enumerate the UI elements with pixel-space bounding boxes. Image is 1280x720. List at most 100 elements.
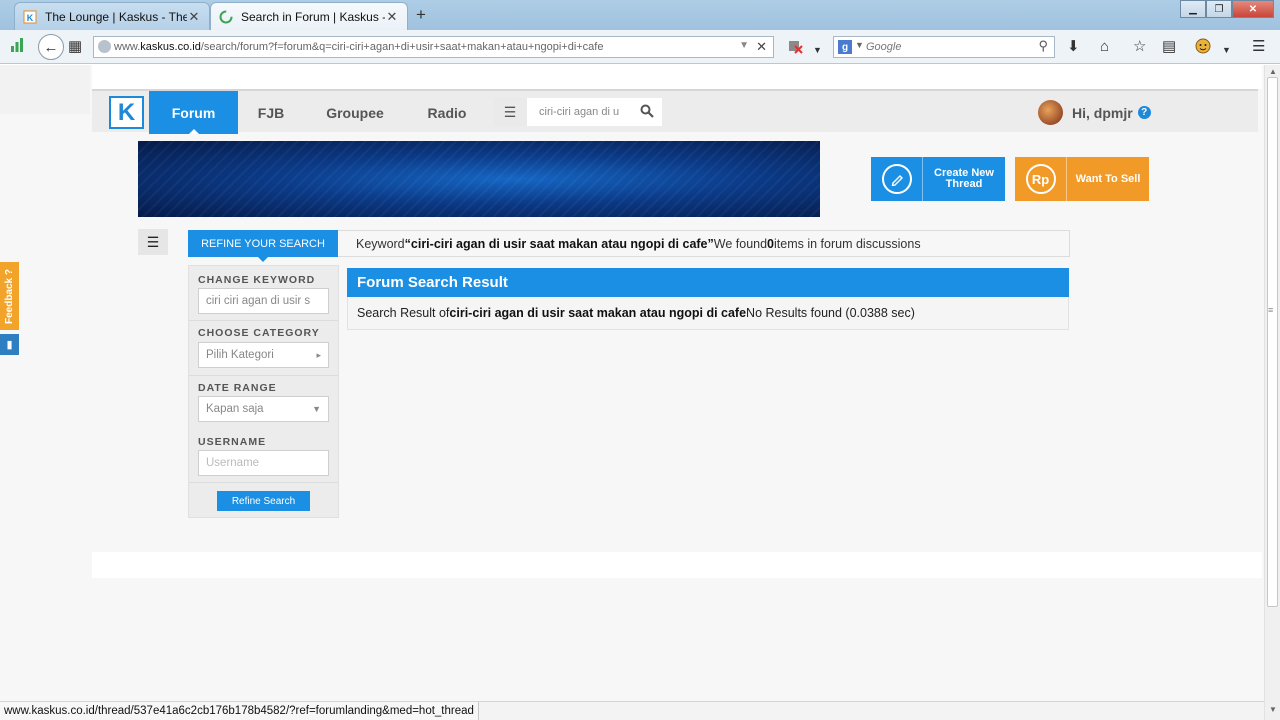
addon-face-dropdown-icon[interactable]: ▼ bbox=[1222, 41, 1231, 59]
forum-search-result-title: Forum Search Result bbox=[347, 268, 1069, 297]
tab-close-icon[interactable]: ✕ bbox=[187, 9, 201, 25]
addon-dropdown-icon[interactable]: ▼ bbox=[813, 41, 822, 59]
date-range-label: DATE RANGE bbox=[198, 382, 277, 394]
minimize-icon[interactable]: ▁ bbox=[1180, 0, 1206, 18]
stop-icon[interactable]: ✕ bbox=[756, 39, 767, 55]
site-identity-icon[interactable] bbox=[98, 40, 111, 53]
result-prefix: Search Result of bbox=[357, 306, 450, 320]
rupiah-icon: Rp bbox=[1015, 157, 1067, 201]
bookmarks-list-icon[interactable]: ▤ bbox=[1162, 38, 1176, 56]
result-suffix: No Results found (0.0388 sec) bbox=[746, 306, 915, 320]
status-link-url: www.kaskus.co.id/thread/537e41a6c2cb176b… bbox=[0, 702, 479, 720]
pencil-icon bbox=[871, 157, 923, 201]
change-keyword-label: CHANGE KEYWORD bbox=[198, 274, 316, 286]
result-query: ciri-ciri agan di usir saat makan atau n… bbox=[449, 306, 747, 320]
kaskus-logo[interactable]: K bbox=[109, 96, 144, 129]
svg-text:K: K bbox=[27, 13, 34, 23]
vertical-scrollbar[interactable]: ▲ ≡ ▼ bbox=[1264, 65, 1280, 720]
url-path: /search/forum?f=forum&q=ciri-ciri+agan+d… bbox=[200, 41, 604, 53]
history-icon[interactable]: ▦ bbox=[68, 38, 82, 56]
signal-bars-icon[interactable] bbox=[10, 38, 24, 57]
feedback-widget-icon[interactable]: ▮ bbox=[0, 334, 19, 355]
divider bbox=[189, 375, 338, 376]
browser-status-bar: www.kaskus.co.id/thread/537e41a6c2cb176b… bbox=[0, 701, 1264, 720]
scrollbar-thumb[interactable] bbox=[1267, 77, 1278, 607]
new-tab-icon[interactable]: + bbox=[416, 5, 426, 25]
found-count: 0 bbox=[767, 236, 774, 251]
addon-face-icon[interactable] bbox=[1195, 38, 1211, 59]
want-to-sell-button[interactable]: Rp Want To Sell bbox=[1015, 157, 1149, 201]
page-left-gutter bbox=[0, 65, 90, 114]
choose-category-label: CHOOSE CATEGORY bbox=[198, 327, 320, 339]
window-close-icon[interactable]: ✕ bbox=[1232, 0, 1274, 18]
avatar[interactable] bbox=[1038, 100, 1063, 125]
user-menu[interactable]: Hi, dpmjr ? bbox=[1038, 100, 1151, 125]
keyword-text: “ciri-ciri agan di usir saat makan atau … bbox=[404, 236, 714, 251]
found-suffix: items in forum discussions bbox=[774, 236, 921, 251]
scroll-up-icon[interactable]: ▲ bbox=[1269, 67, 1277, 76]
found-prefix: We found bbox=[713, 236, 768, 251]
chevron-down-icon: ▼ bbox=[312, 404, 321, 414]
divider bbox=[189, 320, 338, 321]
menu-icon[interactable]: ☰ bbox=[1252, 38, 1265, 56]
tab-close-icon[interactable]: ✕ bbox=[385, 9, 399, 25]
url-prefix: www. bbox=[114, 41, 141, 53]
page-bottom-strip bbox=[92, 552, 1262, 578]
create-new-thread-button[interactable]: Create New Thread bbox=[871, 157, 1005, 201]
browser-tab-strip: K The Lounge | Kaskus - The ... ✕ Search… bbox=[0, 0, 1280, 30]
tab-title: Search in Forum | Kaskus - ... bbox=[241, 9, 385, 24]
google-icon[interactable]: g bbox=[838, 40, 852, 54]
search-placeholder: Google bbox=[866, 41, 902, 53]
keyword-prefix: Keyword bbox=[356, 236, 405, 251]
nav-tab-fjb[interactable]: FJB bbox=[250, 91, 292, 134]
url-domain: kaskus.co.id bbox=[140, 41, 201, 53]
scroll-down-icon[interactable]: ▼ bbox=[1269, 705, 1277, 714]
sidebar-toggle-icon[interactable]: ☰ bbox=[138, 229, 168, 255]
download-icon[interactable]: ⬇ bbox=[1067, 38, 1080, 56]
bookmark-star-icon[interactable]: ☆ bbox=[1133, 38, 1146, 56]
scrollbar-grip-icon: ≡ bbox=[1268, 305, 1274, 315]
browser-search-input[interactable]: g ▼ Google ⚲ bbox=[833, 36, 1055, 58]
nav-tab-radio[interactable]: Radio bbox=[419, 91, 475, 134]
search-engine-dropdown-icon[interactable]: ▼ bbox=[855, 40, 864, 50]
refine-sidebar: CHANGE KEYWORD ciri ciri agan di usir s … bbox=[188, 265, 339, 518]
tab-title: The Lounge | Kaskus - The ... bbox=[45, 9, 187, 24]
maximize-icon[interactable]: ❐ bbox=[1206, 0, 1232, 18]
username-input[interactable]: Username bbox=[198, 450, 329, 476]
addon-icon[interactable] bbox=[787, 38, 803, 59]
browser-navigation-bar: ← ▦ www. kaskus.co.id/search/forum?f=foru… bbox=[0, 30, 1280, 64]
nav-tab-groupee[interactable]: Groupee bbox=[320, 91, 390, 134]
header-search-input[interactable]: ciri-ciri agan di u bbox=[527, 106, 632, 118]
user-greeting[interactable]: Hi, dpmjr bbox=[1072, 105, 1133, 121]
chevron-right-icon: ▸ bbox=[316, 349, 321, 360]
url-dropdown-icon[interactable]: ▼ bbox=[739, 40, 749, 51]
category-select[interactable]: Pilih Kategori ▸ bbox=[198, 342, 329, 368]
feedback-tab[interactable]: Feedback ? bbox=[0, 262, 19, 330]
search-icon[interactable]: ⚲ bbox=[1038, 38, 1048, 54]
hamburger-menu-icon[interactable]: ☰ bbox=[493, 98, 527, 126]
header-search: ☰ ciri-ciri agan di u bbox=[493, 98, 662, 126]
url-bar[interactable]: www. kaskus.co.id/search/forum?f=forum&q=… bbox=[93, 36, 774, 58]
back-icon[interactable]: ← bbox=[38, 34, 64, 60]
header-search-icon[interactable] bbox=[632, 104, 662, 121]
header-banner bbox=[138, 141, 820, 217]
search-result-summary: Search Result of ciri-ciri agan di usir … bbox=[347, 297, 1069, 330]
username-label: USERNAME bbox=[198, 436, 267, 448]
page-top-strip bbox=[92, 65, 1262, 89]
site-header: K Forum FJB Groupee Radio ☰ ciri-ciri ag… bbox=[92, 89, 1258, 134]
home-icon[interactable]: ⌂ bbox=[1100, 38, 1109, 56]
nav-tab-forum[interactable]: Forum bbox=[149, 91, 238, 134]
keyword-summary: Keyword “ciri-ciri agan di usir saat mak… bbox=[338, 230, 1070, 257]
date-range-select[interactable]: Kapan saja ▼ bbox=[198, 396, 329, 422]
browser-tab-search[interactable]: Search in Forum | Kaskus - ... ✕ bbox=[210, 2, 408, 30]
kaskus-favicon-icon: K bbox=[23, 10, 37, 24]
want-to-sell-label: Want To Sell bbox=[1075, 172, 1141, 185]
help-icon[interactable]: ? bbox=[1137, 106, 1151, 119]
create-new-thread-label: Create New Thread bbox=[934, 167, 994, 190]
window-controls: ▁ ❐ ✕ bbox=[1180, 0, 1274, 18]
keyword-input[interactable]: ciri ciri agan di usir s bbox=[198, 288, 329, 314]
browser-tab-lounge[interactable]: K The Lounge | Kaskus - The ... ✕ bbox=[14, 2, 210, 30]
loading-spinner-icon bbox=[219, 10, 233, 24]
refine-search-button[interactable]: Refine Search bbox=[217, 491, 310, 511]
refine-search-tab[interactable]: REFINE YOUR SEARCH bbox=[188, 230, 338, 262]
